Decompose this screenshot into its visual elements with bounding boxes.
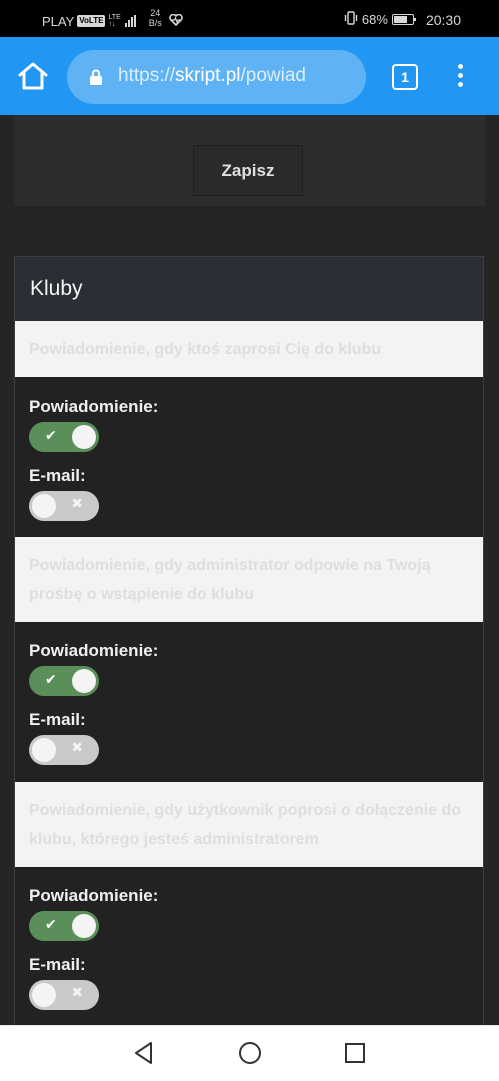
lte-indicator: LTE ↑↓ xyxy=(108,14,120,28)
vibrate-icon xyxy=(344,11,358,28)
clubs-card: Kluby Powiadomienie, gdy ktoś zaprosi Ci… xyxy=(14,256,484,1025)
lock-icon xyxy=(89,69,103,91)
email-label: E-mail: xyxy=(29,955,86,974)
system-nav-bar xyxy=(0,1025,499,1081)
notification-toggle[interactable]: ✔ xyxy=(29,422,99,452)
save-button[interactable]: Zapisz xyxy=(193,145,303,196)
question-heading: Powiadomienie, gdy użytkownik poprosi o … xyxy=(15,782,483,867)
question-heading: Powiadomienie, gdy ktoś zaprosi Cię do k… xyxy=(15,321,483,377)
option-group: Powiadomienie: ✔ E-mail: ✖ xyxy=(15,377,483,537)
page-content: Zapisz Kluby Powiadomienie, gdy ktoś zap… xyxy=(0,115,499,1025)
overflow-menu-icon[interactable] xyxy=(456,64,464,90)
recents-icon[interactable] xyxy=(342,1040,368,1066)
close-icon: ✖ xyxy=(71,984,83,1000)
speed-unit: B/s xyxy=(148,18,162,28)
home-icon[interactable] xyxy=(17,61,49,91)
status-right: 68% 20:30 xyxy=(344,11,461,28)
back-icon[interactable] xyxy=(131,1040,157,1066)
email-toggle[interactable]: ✖ xyxy=(29,735,99,765)
status-bar: PLAY VoLTE LTE ↑↓ 24 B/s 68% 20:30 xyxy=(0,0,499,37)
url-path: /powiad xyxy=(240,65,307,86)
toggle-knob xyxy=(72,914,96,938)
check-icon: ✔ xyxy=(45,427,57,443)
lte-arrows: ↑↓ xyxy=(108,21,116,28)
toggle-knob xyxy=(32,738,56,762)
toggle-knob xyxy=(72,669,96,693)
browser-toolbar: https://skript.pl/powiad 1 xyxy=(0,37,499,115)
url-text: https://skript.pl/powiad xyxy=(118,65,306,87)
notification-label: Powiadomienie: xyxy=(29,641,159,660)
close-icon: ✖ xyxy=(71,739,83,755)
url-domain: skript.pl xyxy=(175,65,241,86)
close-icon: ✖ xyxy=(71,495,83,511)
notification-label: Powiadomienie: xyxy=(29,397,159,416)
clock: 20:30 xyxy=(425,11,461,28)
check-icon: ✔ xyxy=(45,916,57,932)
option-group: Powiadomienie: ✔ E-mail: ✖ xyxy=(15,867,483,1025)
battery-icon xyxy=(391,14,416,25)
email-toggle[interactable]: ✖ xyxy=(29,980,99,1010)
carrier-name: PLAY xyxy=(42,13,75,29)
option-group: Powiadomienie: ✔ E-mail: ✖ xyxy=(15,622,483,782)
notification-toggle[interactable]: ✔ xyxy=(29,911,99,941)
notification-toggle[interactable]: ✔ xyxy=(29,666,99,696)
toggle-knob xyxy=(32,494,56,518)
save-panel: Zapisz xyxy=(14,115,485,206)
email-label: E-mail: xyxy=(29,710,86,729)
volte-badge: VoLTE xyxy=(77,15,106,27)
question-heading: Powiadomienie, gdy administrator odpowie… xyxy=(15,537,483,622)
check-icon: ✔ xyxy=(45,671,57,687)
section-title: Kluby xyxy=(15,257,483,321)
network-speed: 24 B/s xyxy=(149,8,162,28)
email-toggle[interactable]: ✖ xyxy=(29,491,99,521)
signal-icon xyxy=(124,15,136,27)
home-circle-icon[interactable] xyxy=(237,1040,263,1066)
url-scheme: https:// xyxy=(118,65,176,86)
status-left: PLAY VoLTE LTE ↑↓ 24 B/s xyxy=(42,8,183,31)
toggle-knob xyxy=(32,983,56,1007)
health-icon xyxy=(168,13,183,29)
tab-switcher-button[interactable]: 1 xyxy=(392,64,418,90)
lte-label: LTE xyxy=(108,14,121,21)
speed-value: 24 xyxy=(150,8,161,18)
battery-percent: 68% xyxy=(361,12,388,27)
url-bar[interactable]: https://skript.pl/powiad xyxy=(67,50,366,104)
toggle-knob xyxy=(72,425,96,449)
email-label: E-mail: xyxy=(29,466,86,485)
notification-label: Powiadomienie: xyxy=(29,886,159,905)
